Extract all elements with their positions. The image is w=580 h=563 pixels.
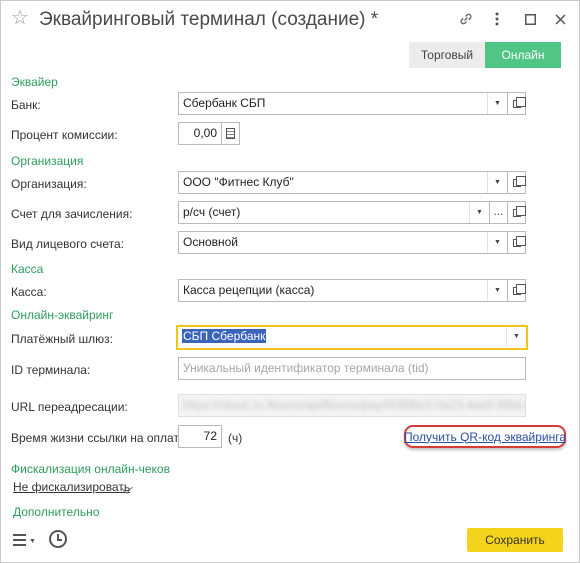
open-icon[interactable] bbox=[508, 279, 526, 302]
terminal-form-window: ☆ Эквайринговый терминал (создание) * То… bbox=[0, 0, 580, 563]
chevron-down-icon[interactable]: ▼ bbox=[487, 280, 507, 301]
personal-account-type-field[interactable]: Основной ▼ bbox=[178, 231, 508, 254]
cash-register-label: Касса: bbox=[11, 285, 47, 299]
open-icon[interactable] bbox=[508, 92, 526, 115]
chevron-down-icon[interactable]: ▼ bbox=[506, 327, 526, 346]
chevron-down-icon[interactable]: ▼ bbox=[487, 232, 507, 253]
additional-link[interactable]: Дополнительно bbox=[13, 505, 99, 519]
organization-field[interactable]: ООО "Фитнес Клуб" ▼ bbox=[178, 171, 508, 194]
link-icon[interactable] bbox=[456, 9, 476, 29]
account-value: р/сч (счет) bbox=[183, 205, 241, 219]
bank-field[interactable]: Сбербанк СБП ▼ bbox=[178, 92, 508, 115]
tab-online[interactable]: Онлайн bbox=[485, 42, 561, 68]
link-lifetime-field[interactable]: 72 bbox=[178, 425, 222, 448]
fiscalization-mode-link[interactable]: Не фискализировать bbox=[13, 480, 130, 494]
payment-gateway-label: Платёжный шлюз: bbox=[11, 332, 113, 346]
history-icon[interactable] bbox=[49, 530, 67, 548]
chevron-down-icon[interactable]: ▼ bbox=[487, 93, 507, 114]
bank-label: Банк: bbox=[11, 98, 41, 112]
terminal-id-input[interactable]: Уникальный идентификатор терминала (tid) bbox=[178, 357, 526, 380]
cash-register-field[interactable]: Касса рецепции (касса) ▼ bbox=[178, 279, 508, 302]
link-lifetime-label: Время жизни ссылки на оплату: bbox=[11, 431, 189, 445]
calculator-icon[interactable] bbox=[222, 122, 240, 145]
payment-gateway-value: СБП Сбербанк bbox=[182, 329, 267, 343]
personal-account-type-value: Основной bbox=[183, 235, 239, 249]
menu-icon[interactable]: ▼ bbox=[13, 532, 36, 548]
open-icon[interactable] bbox=[508, 201, 526, 224]
redirect-url-value: https://cloud.1c.fitness/api/fitness/pay… bbox=[183, 398, 526, 412]
close-icon[interactable] bbox=[550, 9, 570, 29]
section-acquirer: Эквайер bbox=[11, 75, 58, 89]
redirect-url-field[interactable]: https://cloud.1c.fitness/api/fitness/pay… bbox=[178, 394, 526, 417]
section-organization: Организация bbox=[11, 154, 84, 168]
commission-field[interactable]: 0,00 bbox=[178, 122, 222, 145]
chevron-down-icon[interactable]: ▼ bbox=[469, 202, 489, 223]
open-icon[interactable] bbox=[508, 231, 526, 254]
account-field[interactable]: р/сч (счет) ▼ bbox=[178, 201, 490, 224]
organization-value: ООО "Фитнес Клуб" bbox=[183, 175, 294, 189]
star-icon[interactable]: ☆ bbox=[11, 7, 29, 29]
section-online-acquiring: Онлайн-эквайринг bbox=[11, 308, 114, 322]
window-title: Эквайринговый терминал (создание) * bbox=[39, 9, 379, 30]
commission-label: Процент комиссии: bbox=[11, 128, 118, 142]
select-dots-button[interactable]: ... bbox=[490, 201, 508, 224]
more-vertical-icon[interactable] bbox=[487, 9, 507, 29]
get-qr-code-label: Получить QR-код эквайринга bbox=[404, 429, 566, 444]
organization-label: Организация: bbox=[11, 177, 87, 191]
bank-value: Сбербанк СБП bbox=[183, 96, 266, 110]
maximize-icon[interactable] bbox=[520, 9, 540, 29]
payment-gateway-field[interactable]: СБП Сбербанк ▼ bbox=[176, 325, 528, 350]
link-lifetime-unit: (ч) bbox=[228, 431, 243, 445]
get-qr-code-link[interactable]: Получить QR-код эквайринга bbox=[404, 425, 566, 448]
section-fiscalization: Фискализация онлайн-чеков bbox=[11, 462, 170, 476]
section-cash: Касса bbox=[11, 262, 44, 276]
cash-register-value: Касса рецепции (касса) bbox=[183, 283, 315, 297]
personal-account-type-label: Вид лицевого счета: bbox=[11, 237, 124, 251]
save-button[interactable]: Сохранить bbox=[467, 528, 563, 552]
terminal-id-label: ID терминала: bbox=[11, 363, 91, 377]
account-label: Счет для зачисления: bbox=[11, 207, 133, 221]
open-icon[interactable] bbox=[508, 171, 526, 194]
redirect-url-label: URL переадресации: bbox=[11, 400, 128, 414]
chevron-down-icon[interactable]: ▼ bbox=[487, 172, 507, 193]
tab-trade[interactable]: Торговый bbox=[409, 42, 485, 68]
